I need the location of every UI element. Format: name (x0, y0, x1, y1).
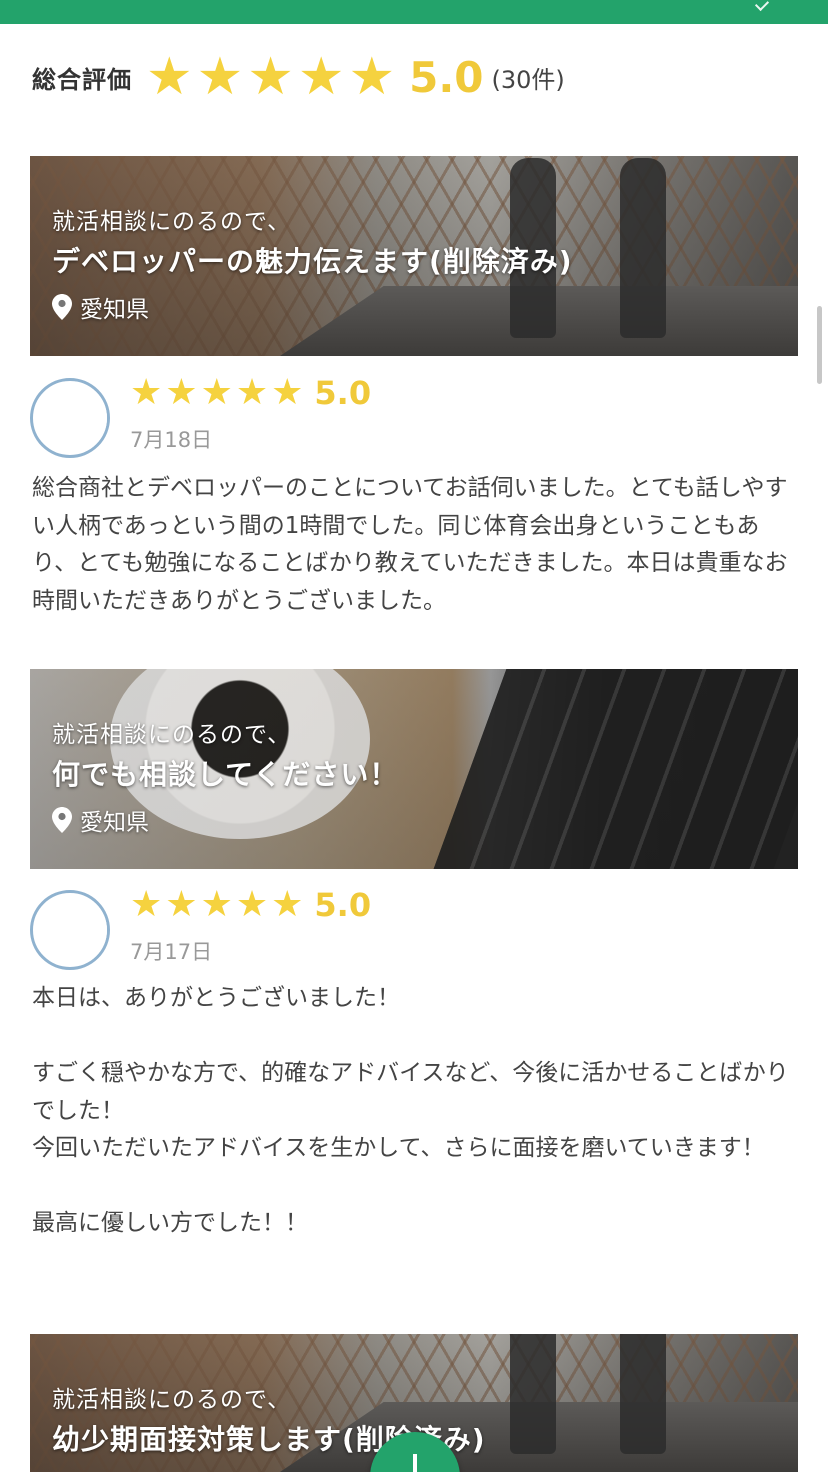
banner-subtitle: 就活相談にのるので、 (52, 209, 292, 235)
review-rating: ★ ★ ★ ★ ★ 5.0 (130, 886, 371, 924)
banner-image-figure (620, 1334, 666, 1454)
banner-location: 愛知県 (52, 803, 398, 837)
banner-subtitle: 就活相談にのるので、 (52, 1387, 292, 1413)
location-pin-icon (52, 807, 72, 833)
review-body: 本日は、ありがとうございました！ すごく穏やかな方で、的確なアドバイスなど、今後… (32, 985, 789, 1236)
star-icon: ★ (271, 884, 304, 925)
star-icon: ★ (200, 372, 233, 413)
star-icon: ★ (165, 884, 198, 925)
overall-stars: ★ ★ ★ ★ ★ (146, 51, 395, 103)
star-icon: ★ (235, 372, 269, 413)
banner-image-figure (510, 1334, 556, 1454)
overall-score: 5.0 (409, 52, 484, 102)
review-rating: ★ ★ ★ ★ ★ 5.0 (130, 374, 371, 412)
overall-rating-label: 総合評価 (32, 65, 132, 94)
star-icon: ★ (130, 372, 163, 413)
star-icon: ★ (297, 47, 345, 107)
review-item: ★ ★ ★ ★ ★ 5.0 7月17日 本日は、ありがとうございました！ すごく… (30, 886, 798, 1243)
review-item: ★ ★ ★ ★ ★ 5.0 7月18日 総合商社とデベロッパーのことについてお話… (30, 374, 798, 620)
banner-title: 何でも相談してください！ (52, 758, 399, 791)
star-icon: ★ (235, 884, 269, 925)
overall-rating: 総合評価 ★ ★ ★ ★ ★ 5.0 (30件) (32, 51, 565, 103)
review-score: 5.0 (314, 374, 372, 412)
review-date: 7月18日 (130, 428, 213, 452)
review-header: ★ ★ ★ ★ ★ 5.0 7月17日 (30, 886, 798, 976)
banner-subtitle: 就活相談にのるので、 (52, 722, 292, 748)
avatar[interactable] (30, 890, 110, 970)
banner-image-figure (620, 158, 666, 338)
review-score: 5.0 (314, 886, 372, 924)
star-icon: ★ (196, 47, 244, 107)
service-banner[interactable]: 就活相談にのるので、 デベロッパーの魅力伝えます(削除済み) 愛知県 (30, 156, 798, 356)
star-icon: ★ (130, 884, 163, 925)
avatar[interactable] (30, 378, 110, 458)
location-label: 愛知県 (80, 810, 149, 836)
star-icon: ★ (271, 372, 304, 413)
star-icon: ★ (165, 372, 198, 413)
star-icon: ★ (146, 47, 193, 107)
scrollbar[interactable] (817, 306, 822, 384)
banner-text: 就活相談にのるので、 デベロッパーの魅力伝えます(削除済み) 愛知県 (52, 202, 573, 324)
review-date: 7月17日 (130, 940, 213, 964)
service-banner[interactable]: 就活相談にのるので、 何でも相談してください！ 愛知県 (30, 669, 798, 869)
top-app-bar (0, 0, 828, 24)
review-header: ★ ★ ★ ★ ★ 5.0 7月18日 (30, 374, 798, 464)
location-label: 愛知県 (80, 297, 149, 323)
banner-title: デベロッパーの魅力伝えます(削除済み) (52, 245, 573, 278)
banner-location: 愛知県 (52, 290, 573, 324)
banner-text: 就活相談にのるので、 何でも相談してください！ 愛知県 (52, 715, 398, 837)
star-icon: ★ (348, 47, 396, 107)
star-icon: ★ (247, 47, 294, 107)
review-count: (30件) (491, 65, 565, 94)
star-icon: ★ (200, 884, 233, 925)
location-pin-icon (52, 294, 72, 320)
review-body: 総合商社とデベロッパーのことについてお話伺いました。とても話しやすい人柄であっと… (32, 475, 788, 614)
chevron-icon[interactable] (754, 0, 770, 12)
